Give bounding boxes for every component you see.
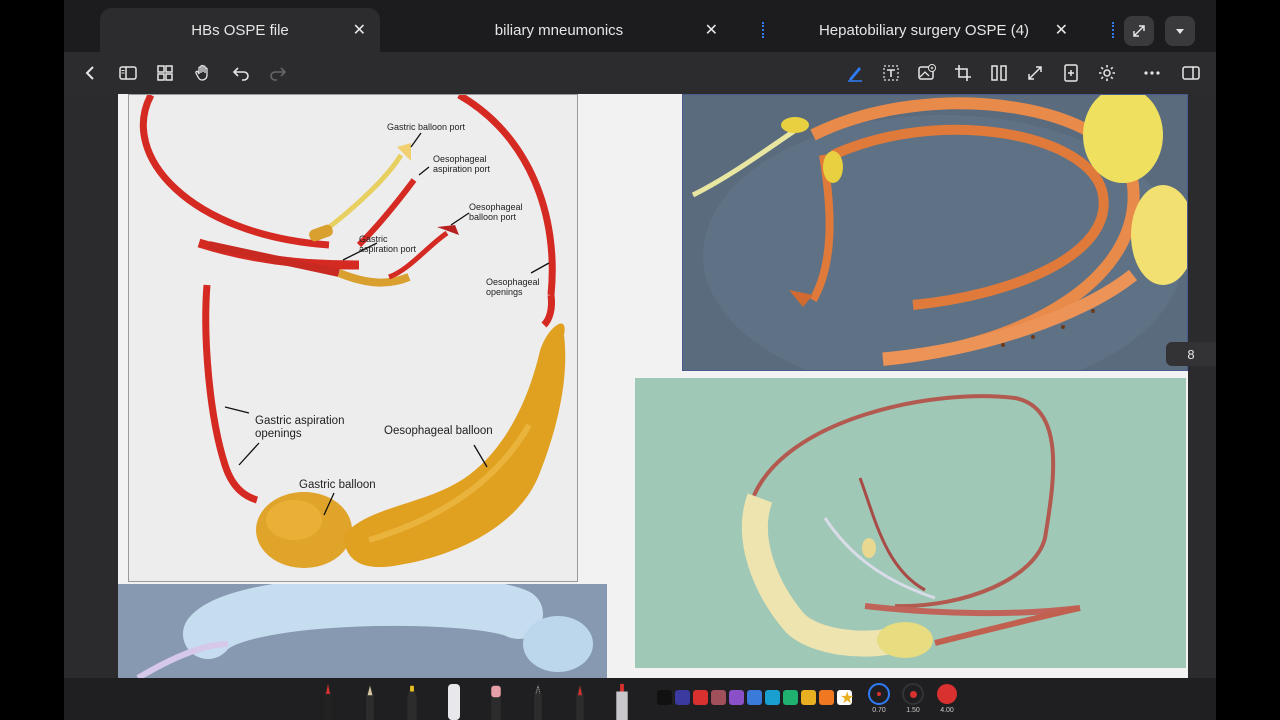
close-icon[interactable]: ✕ (705, 20, 718, 40)
add-page-icon[interactable] (1060, 62, 1082, 84)
tube-photo-blue-balloon (118, 584, 607, 678)
hand-pan-icon[interactable] (192, 62, 214, 84)
brush-size-medium[interactable] (902, 683, 924, 705)
sengstaken-tube-diagram: Gastric balloon port Oesophageal aspirat… (128, 94, 578, 582)
color-swatch-navy[interactable] (675, 690, 690, 705)
ruler-tool-icon[interactable] (614, 682, 630, 720)
highlighter-tool-icon[interactable] (404, 682, 420, 720)
label-oesophageal-balloon: Oesophageal balloon (384, 425, 493, 437)
redo-icon[interactable] (267, 62, 289, 84)
color-swatch-black[interactable] (657, 690, 672, 705)
brush-size-large[interactable] (936, 683, 958, 705)
tab-title: biliary mneumonics (494, 21, 624, 39)
brush-size-small-label: 0.70 (872, 707, 886, 714)
pencil-tool-icon[interactable] (362, 682, 378, 720)
eraser-tool-icon[interactable] (446, 680, 462, 720)
close-icon[interactable]: ✕ (353, 20, 366, 40)
tube-photo-orange (682, 94, 1188, 371)
tab-biliary-mneumonics[interactable]: biliary mneumonics ✕ (394, 8, 724, 52)
tab-hbs-ospe[interactable]: HBs OSPE file ✕ (100, 8, 380, 52)
brush-size-small[interactable] (868, 683, 890, 705)
color-swatch-mauve[interactable] (711, 690, 726, 705)
page-number-indicator: 8 (1166, 342, 1216, 366)
tabs-dropdown-icon[interactable] (1165, 16, 1195, 46)
column-split-icon[interactable] (988, 62, 1010, 84)
color-swatch-green[interactable] (783, 690, 798, 705)
pen-icon[interactable] (844, 62, 866, 84)
label-gastric-aspiration-port: Gastric aspiration port (359, 234, 417, 254)
tab-divider (762, 22, 764, 38)
pink-eraser-tool-icon[interactable] (488, 682, 504, 720)
expand-window-icon[interactable] (1124, 16, 1154, 46)
color-swatch-cyan[interactable] (765, 690, 780, 705)
label-oesophageal-openings: Oesophageal openings (486, 277, 540, 297)
fountain-pen-tool-icon[interactable] (320, 680, 336, 720)
color-swatch-blue[interactable] (747, 690, 762, 705)
reader-view-icon[interactable] (1180, 62, 1202, 84)
image-insert-icon[interactable] (916, 62, 938, 84)
color-swatch-purple[interactable] (729, 690, 744, 705)
color-swatch-yellow[interactable] (801, 690, 816, 705)
document-page: Gastric balloon port Oesophageal aspirat… (118, 94, 1188, 678)
tube-photo-red-green-bg (635, 378, 1186, 668)
pdf-app: HBs OSPE file ✕ biliary mneumonics ✕ Hep… (64, 0, 1216, 720)
tab-bar: HBs OSPE file ✕ biliary mneumonics ✕ Hep… (64, 0, 1216, 52)
label-gastric-balloon-port: Gastric balloon port (387, 122, 466, 132)
tab-divider (1112, 22, 1114, 38)
undo-icon[interactable] (230, 62, 252, 84)
label-gastric-aspiration-openings: Gastric aspiration openings (255, 415, 345, 440)
favorite-star-icon[interactable]: ★ (840, 688, 854, 708)
color-swatch-red-selected[interactable] (693, 690, 708, 705)
tab-hepatobiliary-ospe[interactable]: Hepatobiliary surgery OSPE (4) ✕ (774, 8, 1074, 52)
settings-icon[interactable] (1096, 62, 1118, 84)
brush-size-medium-label: 1.50 (906, 707, 920, 714)
expand-icon[interactable] (1024, 62, 1046, 84)
close-icon[interactable]: ✕ (1055, 20, 1068, 40)
sidebar-toggle-icon[interactable] (117, 62, 139, 84)
label-oesophageal-aspiration-port: Oesophageal aspiration port (433, 154, 491, 174)
pen-tool-tray: ★ 0.70 1.50 4.00 (64, 678, 1216, 720)
document-canvas[interactable]: Gastric balloon port Oesophageal aspirat… (64, 94, 1216, 678)
crop-icon[interactable] (952, 62, 974, 84)
color-swatch-orange[interactable] (819, 690, 834, 705)
lasso-tool-icon[interactable] (530, 682, 546, 720)
toolbar (64, 52, 1216, 94)
marker-tool-icon[interactable] (572, 682, 588, 720)
right-margin (1216, 0, 1280, 720)
label-oesophageal-balloon-port: Oesophageal balloon port (469, 202, 523, 222)
label-gastric-balloon: Gastric balloon (299, 479, 376, 491)
brush-size-large-label: 4.00 (940, 707, 954, 714)
tab-title: HBs OSPE file (191, 21, 289, 39)
left-margin (0, 0, 64, 720)
back-chevron-icon[interactable] (79, 62, 101, 84)
grid-view-icon[interactable] (154, 62, 176, 84)
text-box-icon[interactable] (880, 62, 902, 84)
more-icon[interactable] (1141, 62, 1163, 84)
tab-title: Hepatobiliary surgery OSPE (4) (818, 21, 1030, 39)
